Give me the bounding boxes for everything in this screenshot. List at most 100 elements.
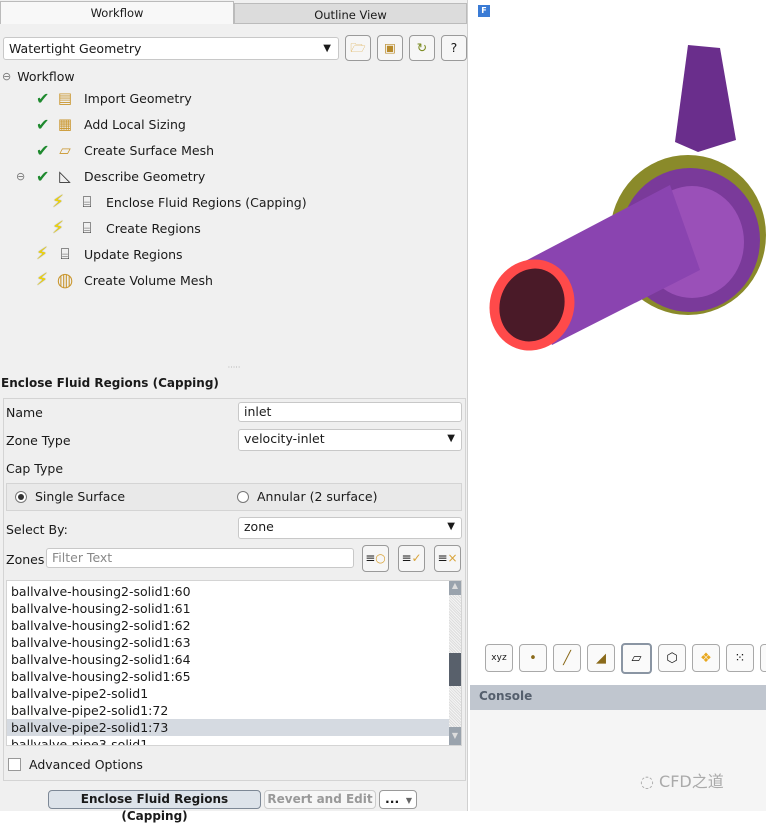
- tree-item-create-volume-mesh[interactable]: ⚡ ◍ Create Volume Mesh: [36, 267, 213, 293]
- task-title: Enclose Fluid Regions (Capping): [1, 376, 219, 390]
- radio-checked-icon: [15, 490, 27, 503]
- tree-item-label: Enclose Fluid Regions (Capping): [106, 194, 307, 210]
- help-button[interactable]: ?: [441, 35, 467, 61]
- name-input[interactable]: inlet: [238, 402, 462, 422]
- tree-item-label: Create Surface Mesh: [84, 142, 215, 158]
- zones-label: Zones: [6, 552, 45, 567]
- tree-item-create-regions[interactable]: ⚡ ⌸ Create Regions: [52, 215, 201, 241]
- create-regions-icon: ⌸: [82, 219, 92, 237]
- cap-type-label: Cap Type: [6, 461, 64, 476]
- select-filtered-button[interactable]: ≡○: [362, 545, 389, 572]
- more-toolbar-button[interactable]: [760, 644, 766, 672]
- save-workflow-button[interactable]: ▣: [377, 35, 403, 61]
- chevron-down-icon: ▼: [447, 521, 455, 532]
- warning-bolt-icon: ⚡: [36, 270, 48, 290]
- tree-item-create-surface-mesh[interactable]: ✔ ▱ Create Surface Mesh: [36, 137, 214, 163]
- surface-mesh-icon: ▱: [59, 141, 71, 159]
- chevron-down-icon: ▼: [323, 43, 331, 54]
- name-label: Name: [6, 405, 43, 420]
- update-regions-icon: ⌸: [60, 245, 70, 263]
- tree-item-label: Update Regions: [84, 246, 183, 262]
- zone-list-item[interactable]: ballvalve-pipe2-solid1: [7, 685, 461, 702]
- advanced-options-checkbox[interactable]: Advanced Options: [8, 757, 143, 772]
- tree-item-label: Add Local Sizing: [84, 116, 186, 132]
- tree-root-label: Workflow: [17, 68, 75, 84]
- task-form: Name inlet Zone Type velocity-inlet ▼ Cap…: [3, 398, 466, 781]
- collapse-icon[interactable]: ⊖: [2, 70, 11, 83]
- radio-unchecked-icon: [237, 490, 249, 503]
- zone-list-item[interactable]: ballvalve-pipe2-solid1:72: [7, 702, 461, 719]
- scroll-up-icon[interactable]: ▲: [449, 581, 461, 595]
- tree-item-label: Create Regions: [106, 220, 201, 236]
- zone-filter-input[interactable]: Filter Text: [46, 548, 354, 568]
- splitter-handle[interactable]: ·····: [0, 364, 468, 372]
- tree-item-describe-geometry[interactable]: ⊖ ✔ ◺ Describe Geometry: [16, 163, 205, 189]
- body-select-button[interactable]: ⬡: [658, 644, 686, 672]
- edge-select-button[interactable]: ╱: [553, 644, 581, 672]
- zone-list-item[interactable]: ballvalve-housing2-solid1:64: [7, 651, 461, 668]
- zones-list[interactable]: ballvalve-housing2-solid1:60 ballvalve-ho…: [6, 580, 462, 746]
- capping-icon: ⌸: [82, 193, 92, 211]
- zone-list-item[interactable]: ballvalve-pipe3-solid1: [7, 736, 461, 745]
- zone-list-item[interactable]: ballvalve-housing2-solid1:63: [7, 634, 461, 651]
- open-workflow-button[interactable]: 🗁: [345, 35, 371, 61]
- workflow-panel: Workflow Outline View Watertight Geometr…: [0, 0, 468, 823]
- axes-view-button[interactable]: xyz: [485, 644, 513, 672]
- chevron-down-icon: ▼: [447, 433, 455, 444]
- advanced-options-label: Advanced Options: [29, 757, 143, 772]
- more-options-dropdown[interactable]: ... ▼: [379, 790, 417, 809]
- tree-item-enclose-fluid-regions[interactable]: ⚡ ⌸ Enclose Fluid Regions (Capping): [52, 189, 307, 215]
- cube-icon: ⬡: [666, 650, 678, 666]
- graphics-viewport[interactable]: F: [470, 0, 766, 640]
- tree-item-update-regions[interactable]: ⚡ ⌸ Update Regions: [36, 241, 183, 267]
- tree-item-import-geometry[interactable]: ✔ ▤ Import Geometry: [36, 85, 192, 111]
- filter-check-icon: ≡✓: [401, 551, 422, 565]
- enclose-fluid-regions-button[interactable]: Enclose Fluid Regions (Capping): [48, 790, 261, 823]
- console-header: Console: [470, 685, 766, 710]
- tree-item-label: Describe Geometry: [84, 168, 206, 184]
- deselect-all-button[interactable]: ≡×: [434, 545, 461, 572]
- scrollbar-thumb[interactable]: [449, 653, 461, 686]
- revert-and-edit-button[interactable]: Revert and Edit: [264, 790, 376, 809]
- radio-single-surface[interactable]: Single Surface: [15, 489, 125, 504]
- zone-list-item[interactable]: ballvalve-housing2-solid1:60: [7, 583, 461, 600]
- radio-label: Single Surface: [35, 489, 126, 504]
- face-select-button[interactable]: ▱: [621, 643, 652, 674]
- console-output[interactable]: ◌ CFD之道: [470, 710, 766, 811]
- edge-icon: ╱: [563, 650, 571, 666]
- triangle-select-button[interactable]: ◢: [587, 644, 615, 672]
- tree-item-label: Create Volume Mesh: [84, 272, 213, 288]
- view-toolbar: xyz • ╱ ◢ ▱ ⬡ ❖ ⁙: [470, 640, 766, 680]
- zone-list-item[interactable]: ballvalve-pipe2-solid1:73: [7, 719, 461, 736]
- wechat-icon: ◌: [640, 772, 660, 791]
- zone-list-item[interactable]: ballvalve-housing2-solid1:62: [7, 617, 461, 634]
- zone-type-select[interactable]: velocity-inlet ▼: [238, 429, 462, 451]
- objects-select-button[interactable]: ❖: [692, 644, 720, 672]
- cad-import-icon: ▤: [57, 89, 73, 107]
- axes-icon: xyz: [491, 653, 507, 663]
- refresh-workflow-button[interactable]: ↻: [409, 35, 435, 61]
- list-scrollbar[interactable]: ▲ ▼: [449, 581, 461, 745]
- folder-icon: 🗁: [350, 40, 366, 55]
- scroll-down-icon[interactable]: ▼: [449, 727, 461, 745]
- select-by-select[interactable]: zone ▼: [238, 517, 462, 539]
- tree-item-add-local-sizing[interactable]: ✔ ▦ Add Local Sizing: [36, 111, 186, 137]
- check-icon: ✔: [36, 88, 50, 108]
- radio-annular[interactable]: Annular (2 surface): [237, 489, 377, 504]
- check-icon: ✔: [36, 140, 50, 160]
- select-all-button[interactable]: ≡✓: [398, 545, 425, 572]
- tab-workflow[interactable]: Workflow: [0, 1, 234, 24]
- zone-list-item[interactable]: ballvalve-housing2-solid1:65: [7, 668, 461, 685]
- workflow-type-select[interactable]: Watertight Geometry ▼: [3, 37, 339, 60]
- cap-type-group: Single Surface Annular (2 surface): [6, 483, 462, 511]
- zone-list-item[interactable]: ballvalve-housing2-solid1:61: [7, 600, 461, 617]
- help-icon: ?: [450, 40, 458, 55]
- point-select-button[interactable]: •: [519, 644, 547, 672]
- tab-outline-view[interactable]: Outline View: [234, 3, 467, 24]
- filter-clear-icon: ≡×: [437, 551, 458, 565]
- zone-type-label: Zone Type: [6, 433, 71, 448]
- chevron-down-icon: ▼: [405, 796, 412, 805]
- refresh-icon: ↻: [416, 40, 428, 55]
- collapse-icon[interactable]: ⊖: [16, 170, 36, 183]
- zone-select-button[interactable]: ⁙: [726, 644, 754, 672]
